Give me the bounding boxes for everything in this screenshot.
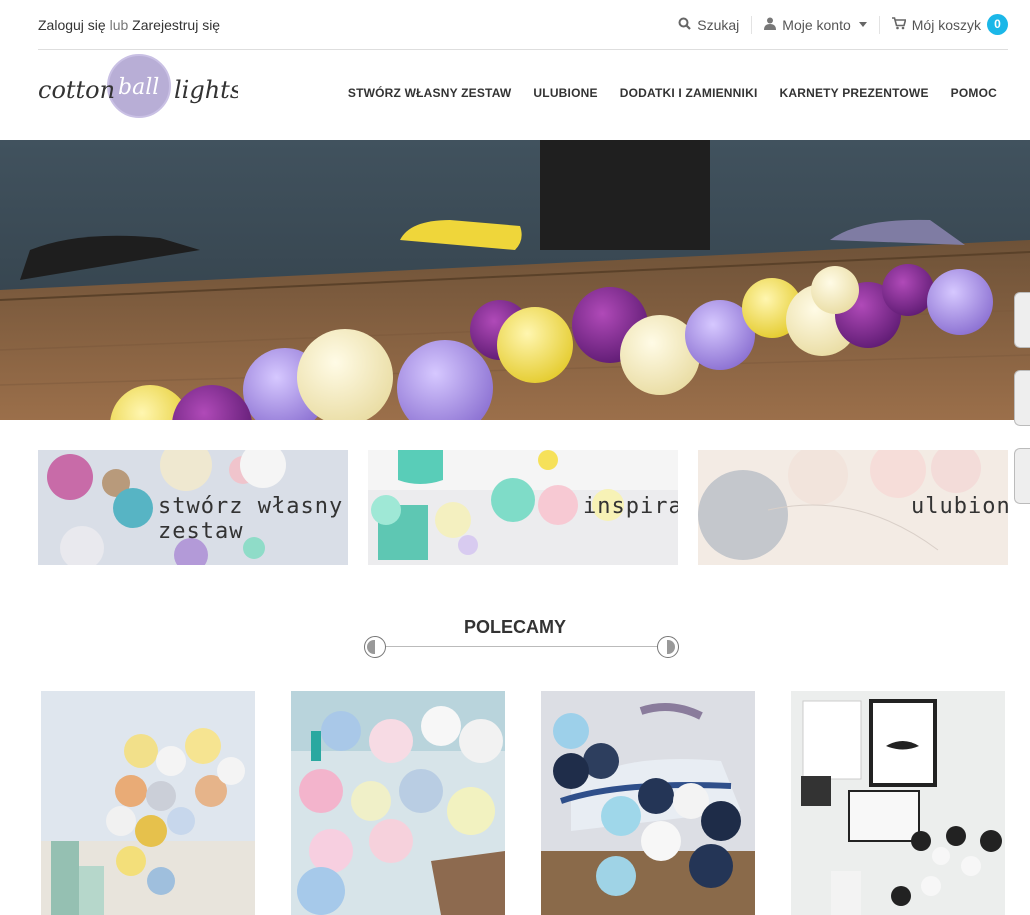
site-header: cotton ball lights STWÓRZ WŁASNY ZESTAW … — [38, 50, 1008, 140]
auth-links: Zaloguj się lub Zarejestruj się — [38, 17, 220, 33]
cart-count-badge: 0 — [987, 14, 1008, 35]
category-banners: stwórz własny zestaw inspiracje ulubione — [38, 450, 1008, 565]
section-title: POLECAMY — [463, 617, 566, 637]
banner-inspiration[interactable]: inspiracje — [368, 450, 678, 565]
banner-inspiration-label: inspiracje — [583, 494, 678, 519]
nav-item-accessories[interactable]: DODATKI I ZAMIENNIKI — [609, 86, 769, 100]
side-tab-2[interactable] — [1014, 370, 1030, 426]
chevron-left-icon — [367, 640, 375, 654]
chevron-down-icon — [858, 22, 867, 27]
carousel-prev-button[interactable] — [364, 636, 386, 658]
nav-item-favorites[interactable]: ULUBIONE — [522, 86, 608, 100]
top-bar: Zaloguj się lub Zarejestruj się Szukaj M… — [38, 0, 1008, 50]
section-divider — [385, 646, 660, 647]
or-text: lub — [109, 16, 129, 33]
banner-create-set[interactable]: stwórz własny zestaw — [38, 450, 348, 565]
banner-favorites[interactable]: ulubione — [698, 450, 1008, 565]
account-label: Moje konto — [782, 16, 851, 33]
product-card[interactable] — [291, 691, 505, 915]
logo-word-cotton: cotton — [38, 76, 115, 104]
logo-word-ball: ball — [118, 75, 159, 100]
product-image — [291, 691, 505, 915]
user-tools: Szukaj Moje konto Mój koszyk 0 — [666, 14, 1008, 35]
chevron-right-icon — [667, 640, 675, 654]
nav-item-gift-cards[interactable]: KARNETY PREZENTOWE — [768, 86, 939, 100]
banner-favorites-label: ulubione — [911, 494, 1008, 519]
login-link[interactable]: Zaloguj się — [38, 17, 106, 33]
recommended-products — [41, 691, 1005, 915]
product-card[interactable] — [41, 691, 255, 915]
banner-create-set-label: stwórz własny zestaw — [158, 494, 344, 544]
product-image — [41, 691, 255, 915]
product-image — [791, 691, 1005, 915]
cart-button[interactable]: Mój koszyk 0 — [880, 14, 1008, 35]
register-link[interactable]: Zarejestruj się — [132, 17, 220, 33]
account-menu[interactable]: Moje konto — [752, 15, 880, 34]
product-card[interactable] — [541, 691, 755, 915]
carousel-next-button[interactable] — [657, 636, 679, 658]
product-image — [541, 691, 755, 915]
product-card[interactable] — [791, 691, 1005, 915]
logo-word-lights: lights — [174, 76, 238, 104]
search-button[interactable]: Szukaj — [666, 15, 753, 34]
search-icon — [678, 17, 692, 33]
user-icon — [764, 17, 777, 33]
cart-label: Mój koszyk — [911, 16, 981, 33]
main-nav: STWÓRZ WŁASNY ZESTAW ULUBIONE DODATKI I … — [337, 86, 1008, 100]
hero-image — [0, 140, 1030, 420]
side-tab-1[interactable] — [1014, 292, 1030, 348]
nav-item-create-set[interactable]: STWÓRZ WŁASNY ZESTAW — [337, 86, 523, 100]
nav-item-help[interactable]: POMOC — [940, 86, 1008, 100]
cart-icon — [891, 16, 907, 33]
side-tab-3[interactable] — [1014, 448, 1030, 504]
search-label: Szukaj — [697, 16, 740, 33]
brand-logo[interactable]: cotton ball lights — [38, 54, 238, 118]
hero-banner[interactable] — [0, 140, 1030, 420]
